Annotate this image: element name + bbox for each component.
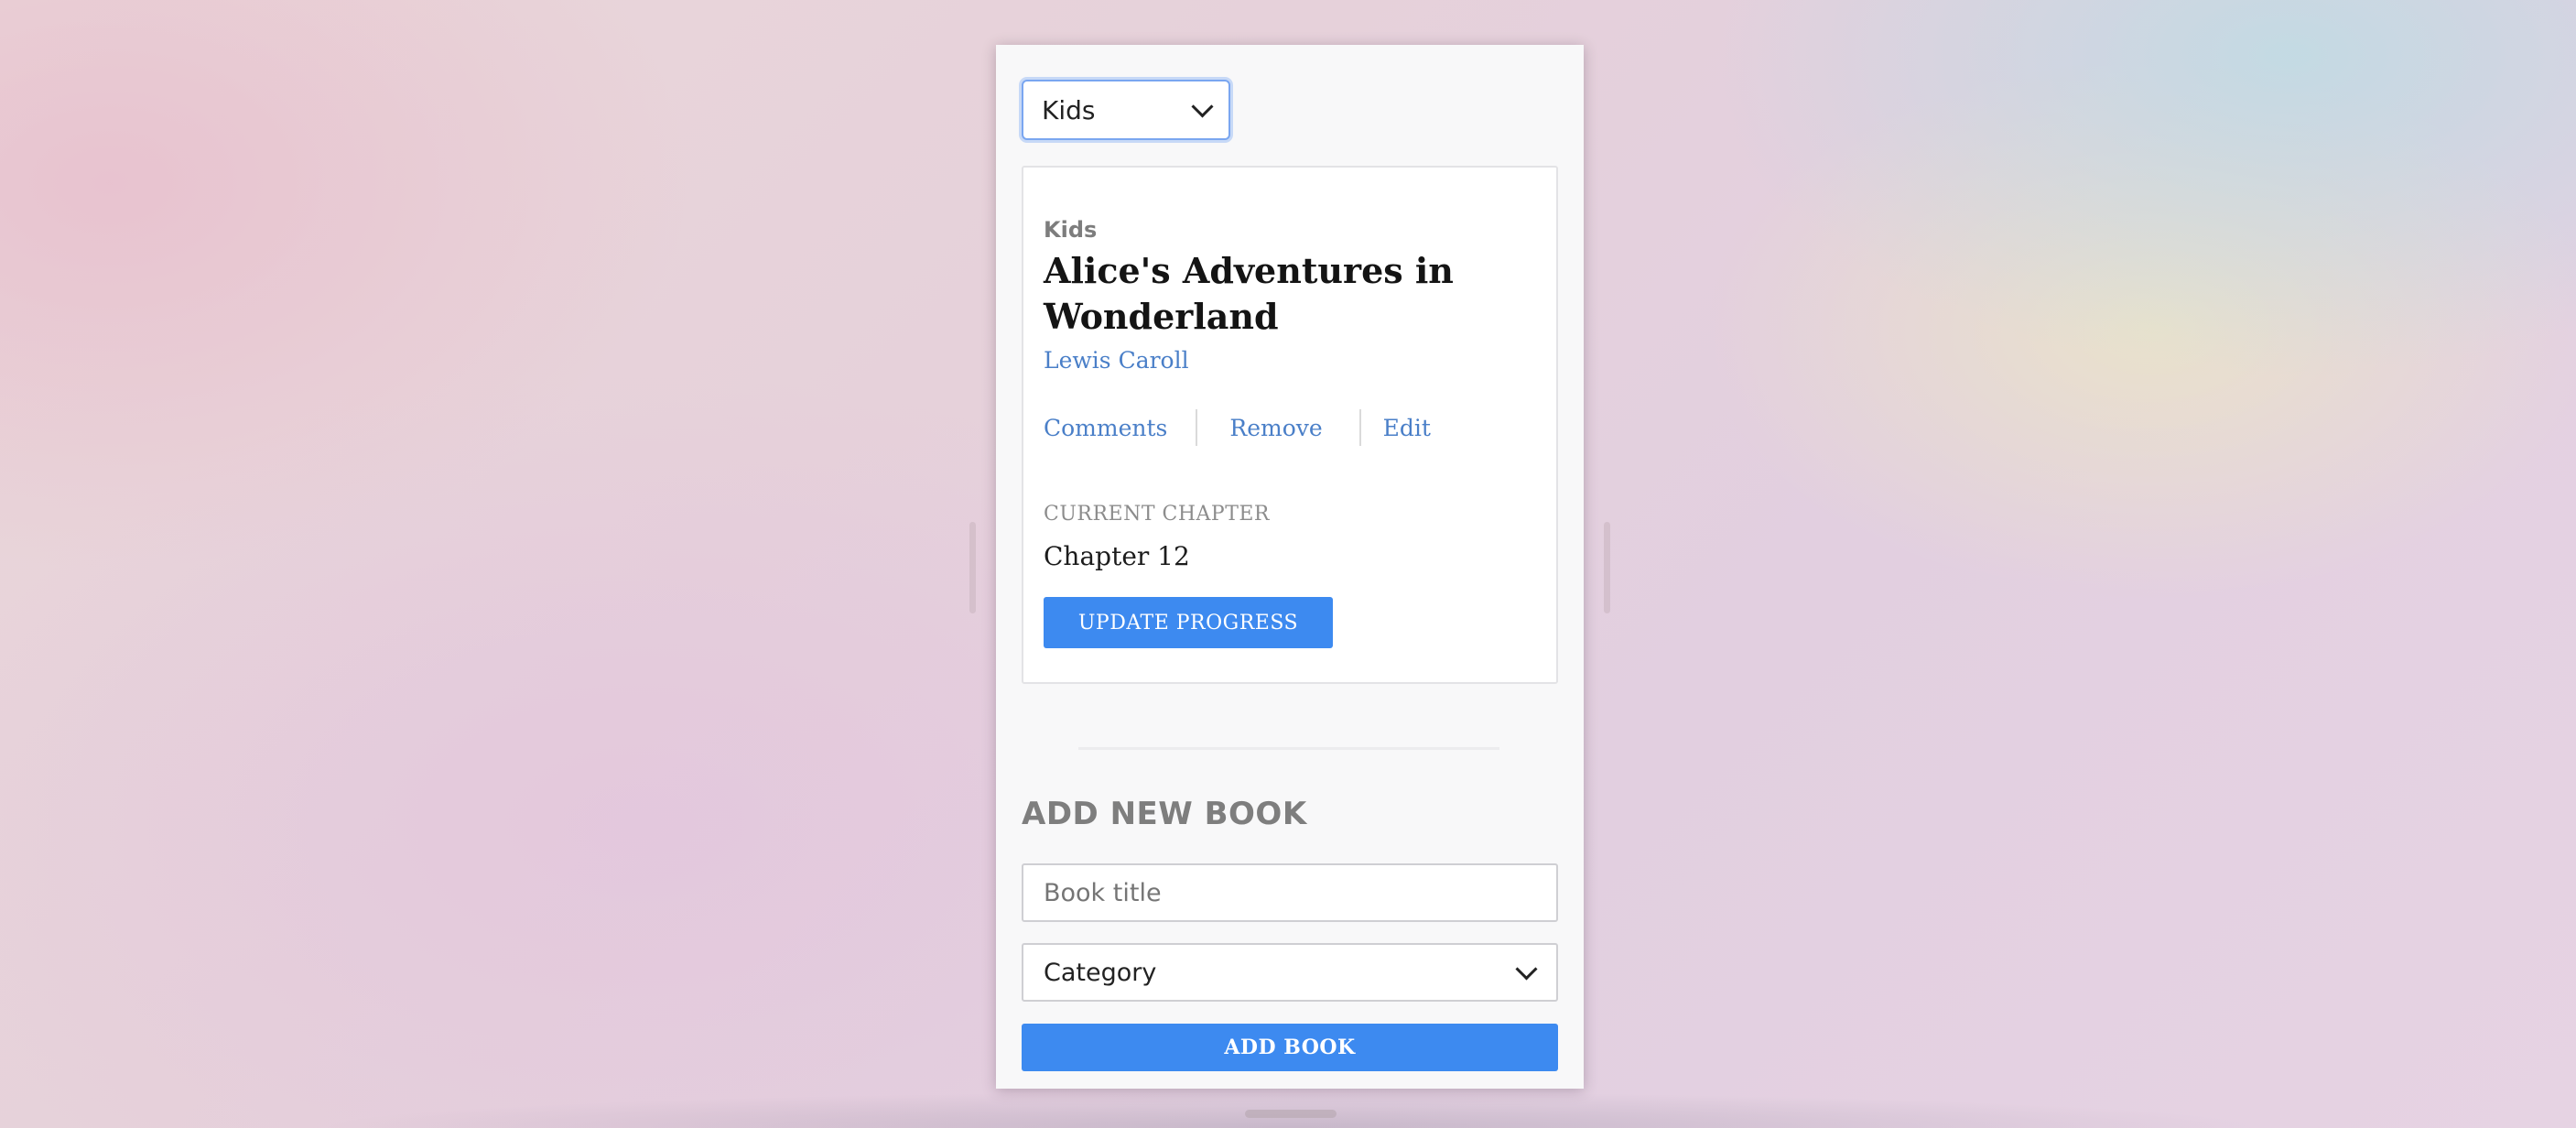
book-title: Alice's Adventures in Wonderland [1044,250,1454,337]
current-chapter-label: CURRENT CHAPTER [1044,503,1270,526]
current-chapter-value: Chapter 12 [1044,541,1190,571]
book-actions: Comments Remove Edit [1044,407,1431,448]
chevron-down-icon [1515,957,1538,981]
section-divider [1078,747,1499,750]
bottom-resize-handle[interactable] [1245,1110,1337,1118]
app-viewport: Kids Kids Alice's Adventures in Wonderla… [996,45,1584,1089]
right-resize-handle[interactable] [1604,522,1610,613]
add-book-heading: ADD NEW BOOK [1022,796,1307,832]
book-category-select[interactable]: Category [1022,943,1558,1002]
category-filter-select[interactable]: Kids [1022,80,1230,140]
remove-link[interactable]: Remove [1229,415,1322,441]
update-progress-button[interactable]: UPDATE PROGRESS [1044,597,1333,648]
comments-link[interactable]: Comments [1044,415,1167,441]
add-book-button[interactable]: ADD BOOK [1022,1024,1558,1071]
book-card: Kids Alice's Adventures in Wonderland Le… [1022,166,1558,684]
book-title-input[interactable] [1022,863,1558,922]
left-resize-handle[interactable] [969,522,976,613]
action-divider [1358,409,1361,446]
action-divider [1196,409,1198,446]
book-category: Kids [1044,217,1098,243]
edit-link[interactable]: Edit [1383,415,1431,441]
book-category-value: Category [1044,958,1157,987]
chevron-down-icon [1191,94,1214,118]
category-filter-value: Kids [1042,94,1096,125]
book-author-link[interactable]: Lewis Caroll [1044,347,1189,374]
